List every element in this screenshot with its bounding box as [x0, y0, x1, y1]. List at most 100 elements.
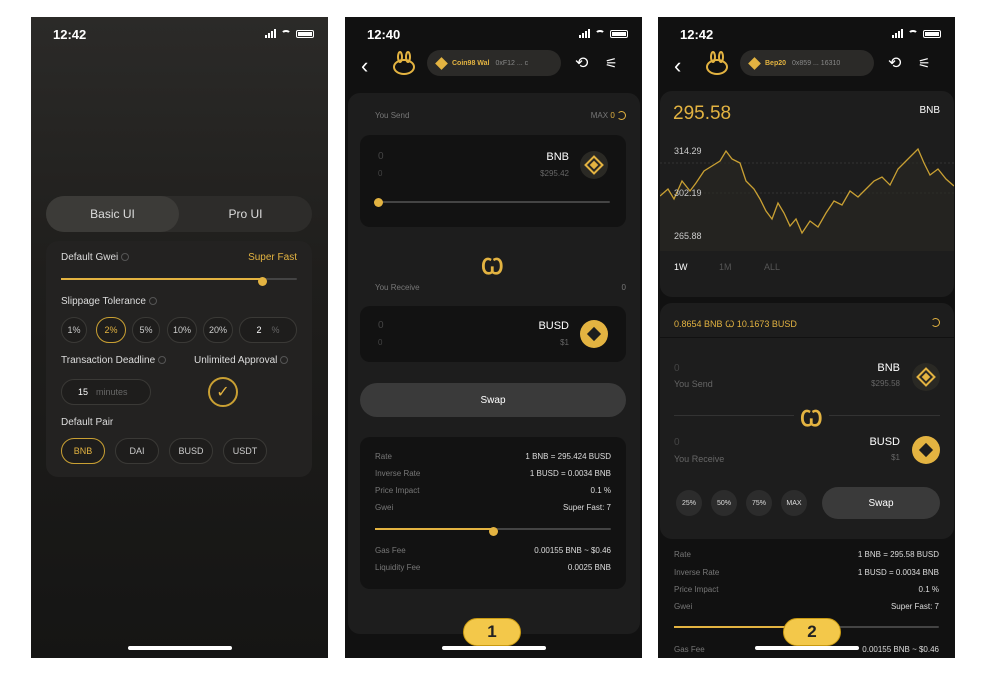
swap-direction-icon[interactable]: Ꞷ: [481, 251, 504, 281]
gwei-label: Gwei: [375, 503, 394, 512]
send-amount-slider[interactable]: [374, 197, 610, 207]
settings-sliders-icon[interactable]: ⚟: [605, 55, 618, 72]
history-icon[interactable]: ⟲: [575, 53, 588, 73]
battery-icon: [296, 29, 314, 38]
price-chart[interactable]: [660, 141, 954, 251]
wallet-selector[interactable]: Bep20 0x859 ... 16310: [740, 50, 874, 76]
divider: [660, 337, 954, 338]
send-token[interactable]: BNB: [877, 362, 900, 374]
swap-direction-icon[interactable]: Ꞷ: [794, 403, 829, 433]
wifi-icon: [595, 29, 605, 38]
slippage-option-10[interactable]: 10%: [167, 317, 197, 343]
gwei-value: Super Fast: 7: [890, 602, 939, 611]
slippage-option-5[interactable]: 5%: [132, 317, 160, 343]
swap-details-box: Rate 1 BNB = 295.424 BUSD Inverse Rate 1…: [360, 437, 626, 589]
pair-rate: 0.8654 BNB Ꞷ 10.1673 BUSD: [674, 317, 797, 330]
send-token[interactable]: BNB: [546, 151, 569, 163]
default-pair-label: Default Pair: [61, 417, 114, 428]
back-icon[interactable]: ‹: [674, 55, 681, 77]
status-time: 12:40: [367, 27, 401, 42]
receive-value: 0: [621, 283, 626, 292]
gwei-slider[interactable]: [375, 526, 611, 536]
loading-icon: [931, 318, 940, 327]
gwei-label: Default Gwei: [61, 252, 130, 263]
gwei-label: Gwei: [674, 602, 693, 611]
tab-pro-ui[interactable]: Pro UI: [179, 196, 312, 232]
unlimited-approval-toggle[interactable]: ✓: [208, 377, 238, 407]
wallet-selector[interactable]: Coin98 Wal 0xF12 ... c: [427, 50, 561, 76]
send-amount-slider-thumb[interactable]: [374, 197, 383, 207]
send-box[interactable]: 0 0 BNB $295.42: [360, 135, 626, 227]
pair-rate-swap-icon: Ꞷ: [725, 319, 735, 329]
gwei-slider-thumb[interactable]: [489, 526, 498, 536]
status-icons: [265, 29, 314, 38]
history-icon[interactable]: ⟲: [888, 53, 901, 73]
receive-amount-usd: 0: [378, 338, 383, 347]
gwei-label-text: Default Gwei: [61, 252, 119, 263]
max-button[interactable]: MAX: [781, 490, 807, 516]
rate-label: Rate: [674, 550, 691, 559]
home-indicator[interactable]: [441, 646, 546, 650]
swap-button[interactable]: Swap: [360, 383, 626, 417]
receive-token[interactable]: BUSD: [538, 320, 569, 332]
bnb-coin-icon[interactable]: [580, 151, 608, 179]
receive-box[interactable]: 0 0 BUSD $1: [360, 306, 626, 362]
send-amount-input[interactable]: 0: [378, 151, 384, 162]
swap-button[interactable]: Swap: [822, 487, 940, 519]
slippage-option-20[interactable]: 20%: [203, 317, 233, 343]
send-amount-input[interactable]: 0: [674, 363, 680, 374]
home-indicator[interactable]: [754, 646, 859, 650]
tab-basic-ui[interactable]: Basic UI: [46, 196, 179, 232]
back-icon[interactable]: ‹: [361, 55, 368, 77]
settings-sliders-icon[interactable]: ⚟: [918, 55, 931, 72]
pair-bnb[interactable]: BNB: [61, 438, 105, 464]
you-send-label: You Send: [674, 379, 713, 389]
bnb-coin-mark: [584, 155, 604, 175]
settings-card: Default Gwei Super Fast Slippage Toleran…: [46, 241, 312, 477]
max-value: 0: [610, 111, 615, 120]
pancake-bunny-icon[interactable]: [391, 51, 417, 77]
home-indicator[interactable]: [127, 646, 232, 650]
max-button[interactable]: MAX 0: [591, 111, 626, 121]
info-icon: [148, 297, 157, 306]
liquidity-fee-value: 0.0025 BNB: [567, 563, 611, 572]
wallet-name: Coin98 Wal: [452, 59, 490, 67]
slippage-option-1[interactable]: 1%: [61, 317, 87, 343]
busd-coin-icon[interactable]: [580, 320, 608, 348]
info-icon: [121, 253, 130, 262]
bnb-coin-icon[interactable]: [912, 363, 940, 391]
gwei-slider[interactable]: [61, 276, 297, 286]
wallet-name: Bep20: [765, 59, 787, 67]
range-all[interactable]: ALL: [764, 262, 780, 272]
percent-25-button[interactable]: 25%: [676, 490, 702, 516]
slippage-custom-input[interactable]: 2 %: [239, 317, 297, 343]
gwei-slider-fill: [61, 278, 262, 280]
receive-token[interactable]: BUSD: [869, 436, 900, 448]
settings-screen: 12:42 Basic UI Pro UI Default Gwei Super…: [31, 17, 328, 658]
pair-usdt[interactable]: USDT: [223, 438, 267, 464]
range-1m[interactable]: 1M: [719, 262, 732, 272]
receive-amount: 0: [378, 320, 384, 331]
inverse-rate-value: 1 BUSD = 0.0034 BNB: [857, 568, 939, 577]
slippage-custom-value: 2: [256, 325, 262, 335]
percent-75-button[interactable]: 75%: [746, 490, 772, 516]
check-icon: ✓: [216, 384, 230, 401]
deadline-input[interactable]: 15 minutes: [61, 379, 151, 405]
busd-coin-icon[interactable]: [912, 436, 940, 464]
you-send-label: You Send: [375, 111, 410, 120]
pancake-bunny-icon[interactable]: [704, 51, 730, 77]
range-1w[interactable]: 1W: [674, 262, 688, 272]
signal-icon: [892, 29, 903, 38]
gwei-value: Super Fast: 7: [562, 503, 611, 512]
wallet-address: 0xF12 ... c: [495, 59, 529, 67]
pair-dai[interactable]: DAI: [115, 438, 159, 464]
pair-busd[interactable]: BUSD: [169, 438, 213, 464]
info-icon: [280, 356, 289, 365]
slippage-label: Slippage Tolerance: [61, 296, 157, 307]
info-icon: [158, 356, 167, 365]
percent-50-button[interactable]: 50%: [711, 490, 737, 516]
gwei-slider-thumb[interactable]: [257, 276, 267, 286]
inverse-rate-label: Inverse Rate: [674, 568, 720, 577]
slippage-option-2[interactable]: 2%: [96, 317, 126, 343]
approval-label: Unlimited Approval: [194, 355, 289, 366]
